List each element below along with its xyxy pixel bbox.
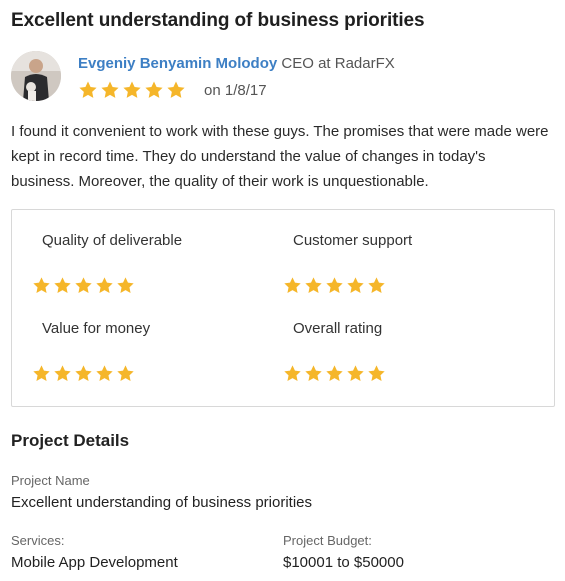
review-text: I found it convenient to work with these… bbox=[11, 123, 549, 190]
star-icon bbox=[284, 277, 301, 293]
budget-label: Project Budget: bbox=[283, 533, 372, 548]
star-icon bbox=[123, 81, 141, 98]
rating-stars-quality bbox=[32, 276, 135, 295]
star-icon bbox=[167, 81, 185, 98]
star-icon bbox=[96, 277, 113, 293]
rating-stars-overall bbox=[283, 364, 386, 383]
star-icon bbox=[54, 365, 71, 381]
star-icon bbox=[33, 277, 50, 293]
star-icon bbox=[117, 365, 134, 381]
star-icon bbox=[33, 365, 50, 381]
rating-value: Value for money bbox=[33, 320, 151, 381]
avatar bbox=[11, 51, 61, 101]
star-icon bbox=[326, 365, 343, 381]
reviewer-header: Evgeniy Benyamin Molodoy CEO at RadarFX … bbox=[11, 51, 551, 103]
star-icon bbox=[305, 277, 322, 293]
star-icon bbox=[326, 277, 343, 293]
rating-label-quality: Quality of deliverable bbox=[42, 232, 183, 249]
star-icon bbox=[101, 81, 119, 98]
rating-label-value: Value for money bbox=[42, 320, 151, 337]
reviewer-line: Evgeniy Benyamin Molodoy CEO at RadarFX bbox=[78, 55, 395, 72]
star-icon bbox=[79, 81, 97, 98]
rating-stars-support bbox=[283, 276, 386, 295]
star-icon bbox=[75, 277, 92, 293]
budget-value: $10001 to $50000 bbox=[283, 554, 404, 571]
star-icon bbox=[347, 277, 364, 293]
star-icon bbox=[368, 277, 385, 293]
star-icon bbox=[54, 277, 71, 293]
review-stars bbox=[78, 80, 186, 100]
rating-overall: Overall rating bbox=[284, 320, 385, 381]
rating-label-overall: Overall rating bbox=[293, 320, 383, 337]
services-value: Mobile App Development bbox=[11, 554, 178, 571]
project-name-label: Project Name bbox=[11, 473, 90, 488]
reviewer-name-link[interactable]: Evgeniy Benyamin Molodoy bbox=[78, 55, 277, 72]
review-title: Excellent understanding of business prio… bbox=[11, 10, 425, 31]
star-icon bbox=[96, 365, 113, 381]
star-icon bbox=[368, 365, 385, 381]
rating-support: Customer support bbox=[284, 232, 413, 293]
reviewer-role: CEO at RadarFX bbox=[281, 55, 395, 72]
review-date: on 1/8/17 bbox=[204, 81, 267, 99]
rating-quality: Quality of deliverable bbox=[33, 232, 183, 293]
project-details-title: Project Details bbox=[11, 431, 130, 450]
star-icon bbox=[305, 365, 322, 381]
star-icon bbox=[284, 365, 301, 381]
review-card: Excellent understanding of business prio… bbox=[0, 0, 565, 581]
rating-label-support: Customer support bbox=[293, 232, 413, 249]
rating-stars-value bbox=[32, 364, 135, 383]
star-icon bbox=[75, 365, 92, 381]
review-rating-row: on 1/8/17 bbox=[78, 79, 267, 101]
services-label: Services: bbox=[11, 533, 65, 548]
project-name-value: Excellent understanding of business prio… bbox=[11, 494, 313, 511]
ratings-box: Quality of deliverable Customer support … bbox=[11, 209, 555, 407]
star-icon bbox=[117, 277, 134, 293]
star-icon bbox=[347, 365, 364, 381]
user-photo-icon bbox=[11, 51, 61, 101]
star-icon bbox=[145, 81, 163, 98]
